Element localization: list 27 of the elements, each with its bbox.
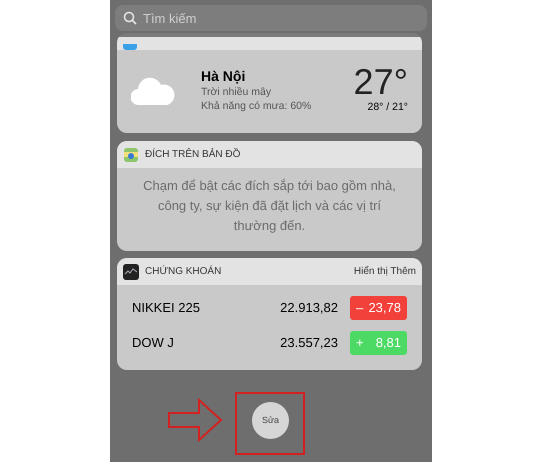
change-value: 23,78 [368, 298, 401, 317]
map-app-icon [123, 146, 139, 162]
search-field[interactable]: Tìm kiếm [115, 5, 427, 31]
change-sign: – [356, 298, 364, 317]
weather-condition: Trời nhiều mây [201, 84, 272, 99]
show-more-link[interactable]: Hiển thị Thêm [354, 264, 416, 279]
search-icon [123, 11, 137, 25]
stock-price: 22.913,82 [280, 298, 338, 317]
stock-name: NIKKEI 225 [132, 298, 201, 317]
change-badge[interactable]: – 23,78 [350, 296, 407, 320]
stocks-app-icon [123, 264, 139, 280]
highlight-frame [235, 392, 305, 455]
widget-title: ĐÍCH TRÊN BẢN ĐỒ [145, 147, 240, 162]
temperature: 27° [354, 64, 408, 100]
widget-title: CHỨNG KHOÁN [145, 264, 222, 279]
change-sign: + [356, 334, 364, 352]
edit-button[interactable]: Sửa [252, 402, 289, 439]
cloud-icon [131, 74, 175, 105]
high-low-temperature: 28° / 21° [367, 100, 408, 115]
rain-chance: Khả năng có mưa: 60% [201, 98, 312, 113]
stock-name: DOW J [132, 334, 175, 352]
change-value: 8,81 [376, 334, 401, 352]
arrow-icon [168, 398, 223, 442]
stock-price: 23.557,23 [280, 334, 338, 352]
city-name: Hà Nội [201, 66, 246, 85]
widget-message[interactable]: Chạm để bật các đích sắp tới bao gồm nhà, công ty, sự kiện đã đặt lịch và các vị trí thường đến. [117, 168, 422, 236]
app-icon [123, 44, 137, 50]
